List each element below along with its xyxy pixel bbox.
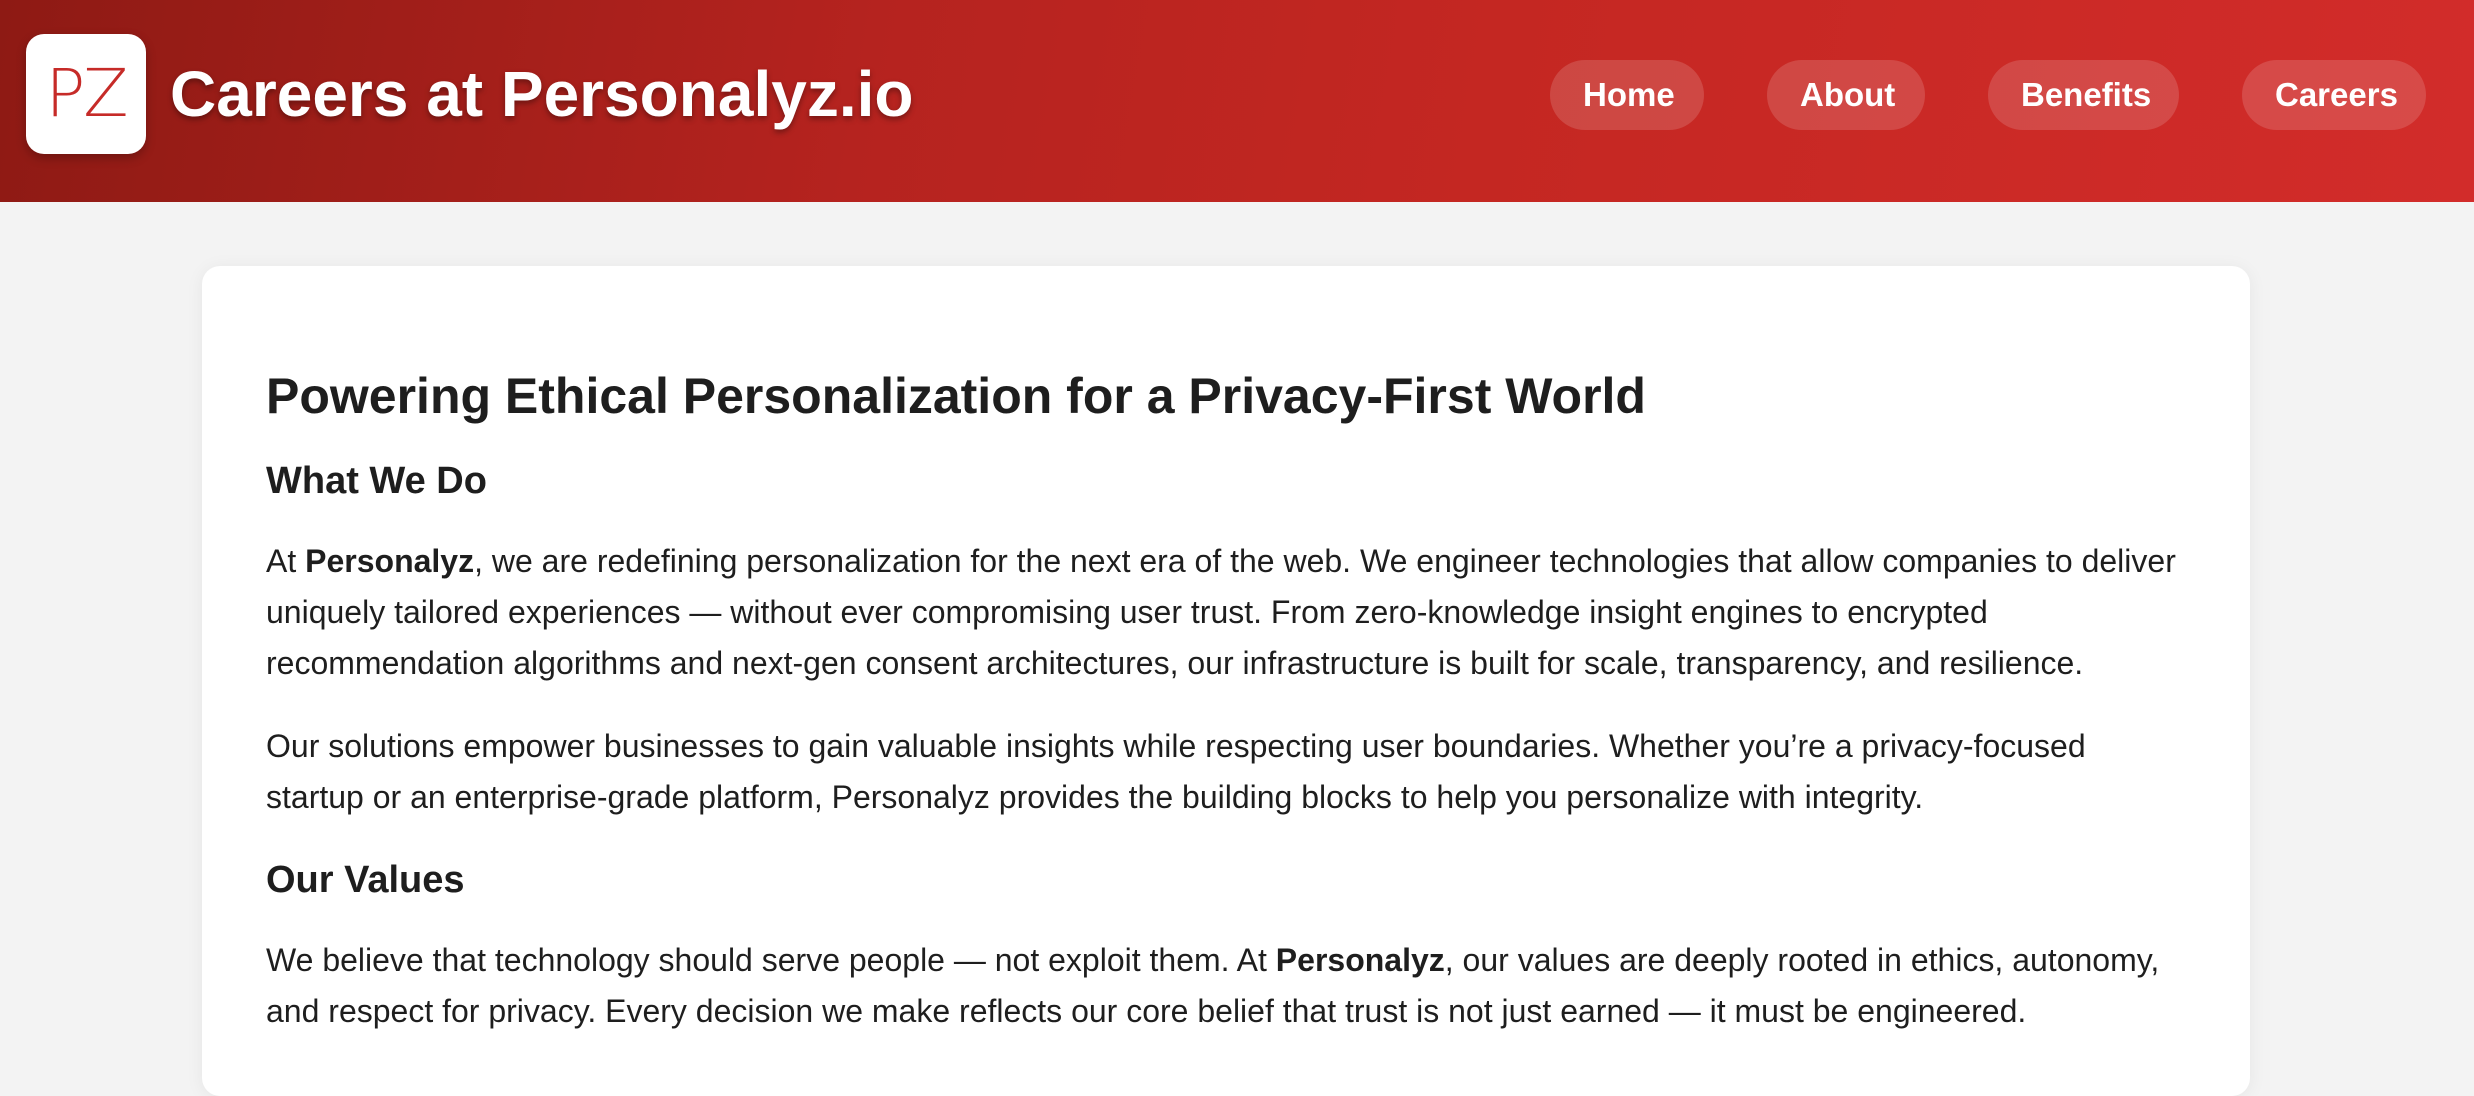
what-we-do-paragraph-1: At Personalyz, we are redefining persona… (266, 536, 2186, 689)
site-title: Careers at Personalyz.io (170, 58, 914, 130)
logo-text: PZ (45, 55, 128, 132)
nav-careers-link[interactable]: Careers (2242, 60, 2426, 130)
our-values-paragraph-1: We believe that technology should serve … (266, 935, 2186, 1037)
what-we-do-paragraph-2: Our solutions empower businesses to gain… (266, 728, 2086, 815)
paragraph-text: At (266, 543, 306, 579)
nav-home-link[interactable]: Home (1550, 60, 1704, 130)
section-title-what-we-do: What We Do (266, 460, 487, 502)
logo[interactable]: PZ (26, 34, 146, 154)
content-card: Powering Ethical Personalization for a P… (202, 266, 2250, 1096)
paragraph-text: , we are redefining personalization for … (266, 543, 2176, 681)
nav-about-link[interactable]: About (1767, 60, 1925, 130)
paragraph-text: We believe that technology should serve … (266, 942, 1276, 978)
page-heading: Powering Ethical Personalization for a P… (266, 368, 1646, 424)
section-title-our-values: Our Values (266, 859, 465, 901)
company-name: Personalyz (1275, 942, 1445, 978)
nav-benefits-link[interactable]: Benefits (1988, 60, 2179, 130)
site-header: PZ Careers at Personalyz.io Home About B… (0, 0, 2474, 202)
company-name: Personalyz (305, 543, 475, 579)
